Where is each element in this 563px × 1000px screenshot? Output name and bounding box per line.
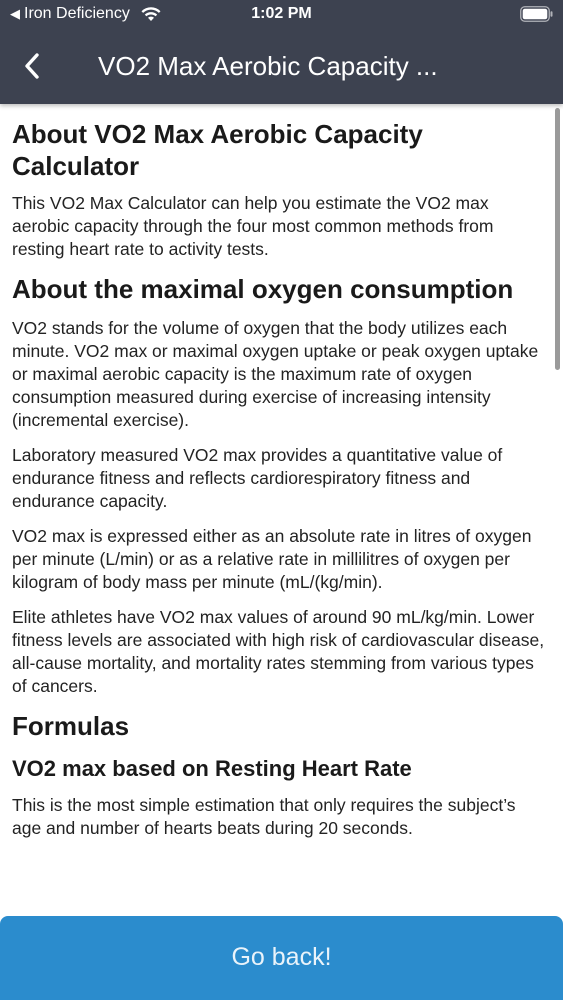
content-area[interactable]: About VO2 Max Aerobic Capacity Calculato…	[0, 104, 563, 916]
intro-paragraph: This VO2 Max Calculator can help you est…	[12, 193, 494, 259]
heading-about-oxygen: About the maximal oxygen consumption	[12, 274, 514, 304]
paragraph-resting-heart-rate: This is the most simple estimation that …	[12, 795, 516, 838]
scroll-indicator[interactable]	[555, 108, 560, 370]
battery-icon	[520, 6, 553, 22]
status-time: 1:02 PM	[251, 5, 312, 22]
heading-about-calculator: About VO2 Max Aerobic Capacity Calculato…	[12, 119, 423, 181]
heading-resting-heart-rate: VO2 max based on Resting Heart Rate	[12, 756, 412, 781]
paragraph-expression: VO2 max is expressed either as an absolu…	[12, 526, 532, 592]
go-back-button[interactable]: Go back!	[0, 916, 563, 1000]
paragraph-vo2-definition: VO2 stands for the volume of oxygen that…	[12, 318, 539, 430]
nav-bar: VO2 Max Aerobic Capacity ...	[0, 36, 563, 96]
status-bar: ◀ Iron Deficiency 1:02 PM	[0, 0, 563, 30]
page-title: VO2 Max Aerobic Capacity ...	[98, 51, 438, 81]
paragraph-elite-athletes: Elite athletes have VO2 max values of ar…	[12, 607, 545, 696]
top-bar: ◀ Iron Deficiency 1:02 PM VO2 Max Aerobi…	[0, 0, 563, 104]
heading-formulas: Formulas	[12, 711, 130, 741]
nav-back-button[interactable]	[14, 48, 50, 84]
paragraph-laboratory: Laboratory measured VO2 max provides a q…	[12, 445, 503, 511]
chevron-left-icon	[25, 53, 39, 79]
screen: ◀ Iron Deficiency 1:02 PM VO2 Max Aerobi…	[0, 0, 563, 1000]
